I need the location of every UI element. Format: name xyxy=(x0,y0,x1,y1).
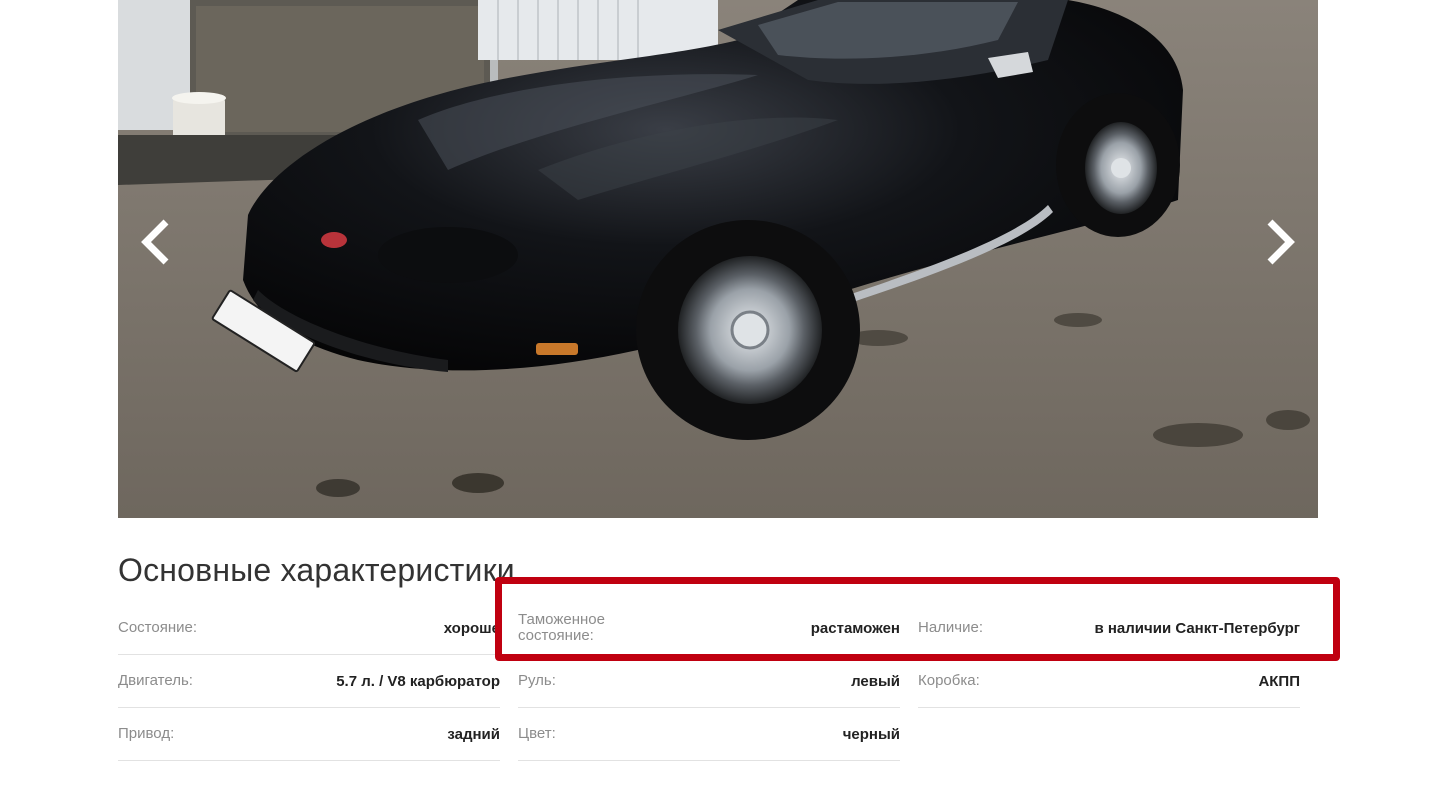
spec-value: растаможен xyxy=(810,619,900,637)
spec-label: Двигатель: xyxy=(118,672,193,689)
spec-row-condition: Состояние: хороше xyxy=(118,602,500,655)
spec-row-drive: Привод: задний xyxy=(118,708,500,761)
spec-value: черный xyxy=(842,725,900,743)
spec-row-engine: Двигатель: 5.7 л. / V8 карбюратор xyxy=(118,655,500,708)
spec-label: Наличие: xyxy=(918,619,984,636)
specs-grid: Состояние: хороше Таможенное состояние: … xyxy=(118,602,1301,761)
chevron-right-icon xyxy=(1267,219,1295,265)
spec-row-customs: Таможенное состояние: растаможен xyxy=(518,602,900,655)
spec-value: 5.7 л. / V8 карбюратор xyxy=(336,672,500,690)
spec-row-gearbox: Коробка: АКПП xyxy=(918,655,1300,708)
gallery-next-button[interactable] xyxy=(1250,212,1310,272)
car-photo xyxy=(118,0,1318,518)
specs-title: Основные характеристики xyxy=(118,552,515,588)
spec-label: Цвет: xyxy=(518,725,556,742)
spec-value: в наличии Санкт-Петербург xyxy=(1094,619,1300,637)
spec-label: Состояние: xyxy=(118,619,198,636)
spec-value: АКПП xyxy=(1258,672,1300,690)
chevron-left-icon xyxy=(141,219,169,265)
spec-value: хороше xyxy=(443,619,500,637)
spec-row-availability: Наличие: в наличии Санкт-Петербург xyxy=(918,602,1300,655)
spec-value: задний xyxy=(447,725,500,743)
spec-row-empty xyxy=(918,708,1300,761)
spec-row-color: Цвет: черный xyxy=(518,708,900,761)
spec-row-steering: Руль: левый xyxy=(518,655,900,708)
spec-label: Коробка: xyxy=(918,672,980,689)
gallery-prev-button[interactable] xyxy=(126,212,186,272)
spec-label: Привод: xyxy=(118,725,175,742)
spec-label: Руль: xyxy=(518,672,556,689)
spec-value: левый xyxy=(851,672,900,690)
spec-label: Таможенное состояние: xyxy=(518,611,605,644)
photo-gallery xyxy=(118,0,1318,518)
